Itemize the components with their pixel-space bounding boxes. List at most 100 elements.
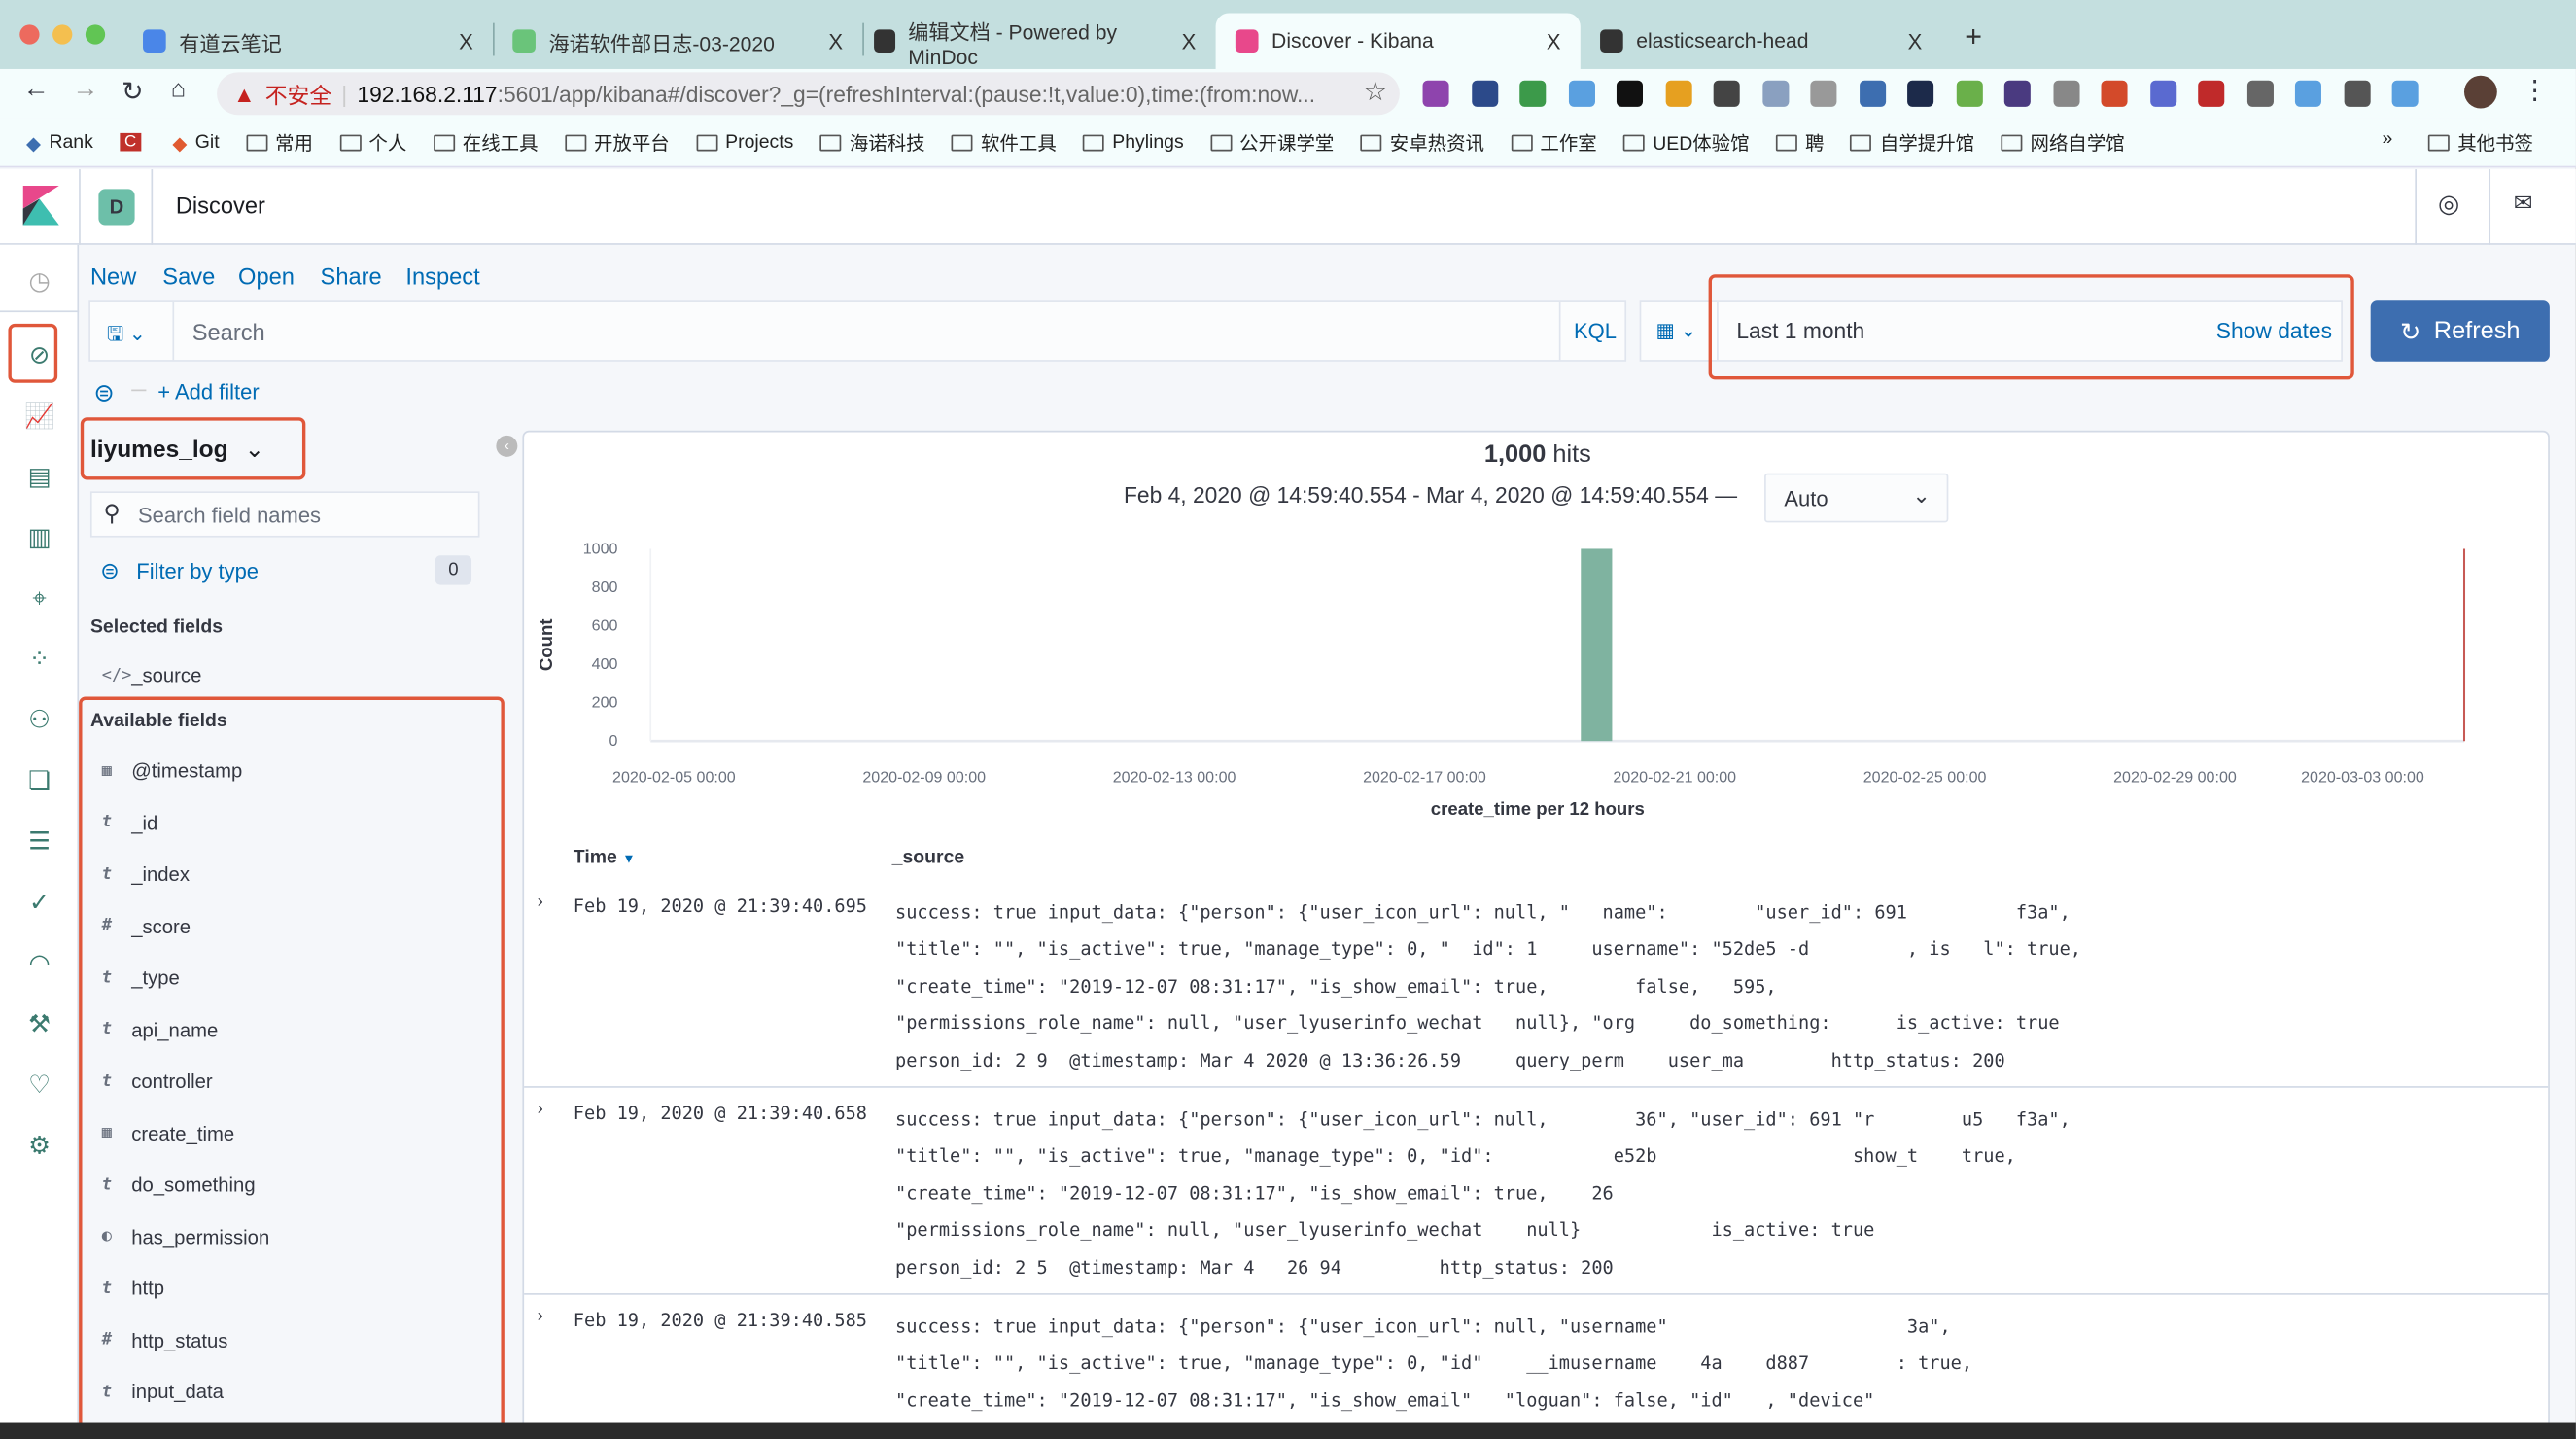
reload-icon[interactable]: ↻: [122, 76, 144, 109]
forward-icon[interactable]: →: [72, 76, 98, 105]
sort-desc-icon[interactable]: ▼: [622, 851, 635, 865]
calendar-icon[interactable]: ▦ ⌄: [1656, 319, 1697, 342]
extension-icon[interactable]: [2391, 80, 2419, 107]
search-input[interactable]: Search: [192, 319, 265, 345]
menu-share[interactable]: Share: [321, 263, 382, 289]
extension-icon[interactable]: [2149, 80, 2176, 107]
bookmarks-overflow[interactable]: »: [2383, 130, 2393, 150]
expand-row-icon[interactable]: ›: [538, 893, 543, 912]
add-filter-button[interactable]: + Add filter: [157, 379, 259, 404]
bookmark-item[interactable]: 网络自学馆: [2001, 129, 2125, 156]
extension-icon[interactable]: [1422, 80, 1449, 107]
newsfeed-icon[interactable]: ✉: [2514, 189, 2533, 217]
home-icon[interactable]: ⌂: [171, 76, 186, 104]
extension-icon[interactable]: [2003, 80, 2031, 107]
filter-by-type-button[interactable]: Filter by type: [136, 559, 259, 583]
collapse-sidebar-icon[interactable]: ‹: [496, 435, 518, 457]
refresh-button[interactable]: ↻ Refresh: [2370, 300, 2550, 362]
close-window-button[interactable]: [19, 24, 40, 45]
extension-icon[interactable]: [1616, 80, 1643, 107]
close-tab-icon[interactable]: X: [1182, 29, 1197, 53]
maximize-window-button[interactable]: [85, 24, 106, 45]
logs-icon[interactable]: ❏: [24, 767, 53, 796]
kibana-logo[interactable]: [22, 185, 59, 226]
browser-tab[interactable]: elasticsearch-head X: [1581, 14, 1942, 69]
saved-query-icon[interactable]: 🖫 ⌄: [107, 319, 146, 353]
extension-icon[interactable]: [2101, 80, 2128, 107]
bookmark-item[interactable]: C ◆ Git: [119, 130, 220, 154]
bookmark-item[interactable]: Phylings: [1082, 132, 1184, 152]
bookmark-item[interactable]: 软件工具: [951, 129, 1057, 156]
help-icon[interactable]: ◎: [2438, 189, 2459, 219]
extension-icon[interactable]: [1519, 80, 1547, 107]
close-tab-icon[interactable]: X: [1547, 29, 1561, 53]
bookmark-item[interactable]: 在线工具: [433, 129, 539, 156]
field-source[interactable]: </> _source: [102, 664, 202, 687]
filter-options-icon[interactable]: ⊜: [93, 378, 114, 407]
apm-icon[interactable]: ☰: [24, 828, 53, 858]
time-column-header[interactable]: Time ▼: [574, 848, 636, 867]
extension-icon[interactable]: [2052, 80, 2079, 107]
bookmark-item[interactable]: Projects: [695, 132, 793, 152]
recent-icon[interactable]: ◷: [24, 267, 53, 297]
menu-open[interactable]: Open: [238, 263, 295, 289]
extension-icon[interactable]: [1761, 80, 1789, 107]
dev-tools-icon[interactable]: ⚒: [24, 1010, 53, 1039]
uptime-icon[interactable]: ✓: [24, 889, 53, 918]
visualize-icon[interactable]: 📈: [24, 403, 55, 432]
extension-icon[interactable]: [2246, 80, 2274, 107]
menu-new[interactable]: New: [90, 263, 136, 289]
new-tab-button[interactable]: +: [1965, 19, 1982, 53]
expand-row-icon[interactable]: ›: [538, 1100, 543, 1119]
extension-icon[interactable]: [1713, 80, 1740, 107]
bookmark-item[interactable]: 聘: [1775, 129, 1824, 156]
kql-toggle[interactable]: KQL: [1574, 319, 1617, 343]
bookmark-star-icon[interactable]: ☆: [1364, 76, 1387, 109]
extension-icon[interactable]: [1955, 80, 1982, 107]
bookmark-item[interactable]: 工作室: [1511, 129, 1597, 156]
siem-icon[interactable]: ◠: [24, 950, 53, 979]
canvas-icon[interactable]: ▥: [24, 524, 53, 553]
extension-icon[interactable]: [2343, 80, 2370, 107]
more-menu-icon[interactable]: ⋮: [2522, 74, 2548, 107]
browser-tab[interactable]: 海诺软件部日志-03-2020 X: [493, 14, 862, 69]
menu-inspect[interactable]: Inspect: [405, 263, 479, 289]
browser-tab[interactable]: 有道云笔记 X: [123, 14, 493, 69]
bookmark-item[interactable]: 海诺科技: [819, 129, 925, 156]
monitoring-icon[interactable]: ♡: [24, 1071, 53, 1101]
bookmark-item[interactable]: 安卓热资讯: [1360, 129, 1484, 156]
close-tab-icon[interactable]: X: [1908, 29, 1923, 53]
interval-select[interactable]: Auto ⌄: [1764, 473, 1949, 523]
other-bookmarks[interactable]: 其他书签: [2427, 130, 2533, 157]
url-input[interactable]: ▲ 不安全 | 192.168.2.117:5601/app/kibana#/d…: [217, 72, 1400, 116]
bookmark-item[interactable]: 自学提升馆: [1850, 129, 1974, 156]
extension-icon[interactable]: [1471, 80, 1498, 107]
extension-icon[interactable]: [1859, 80, 1886, 107]
bookmark-item[interactable]: 公开课学堂: [1209, 129, 1334, 156]
extension-icon[interactable]: [2198, 80, 2225, 107]
maps-icon[interactable]: ⌖: [24, 585, 53, 614]
bookmark-item[interactable]: ◆ Rank: [26, 130, 93, 154]
extension-icon[interactable]: [1810, 80, 1837, 107]
close-tab-icon[interactable]: X: [828, 29, 843, 53]
extension-icon[interactable]: [2294, 80, 2321, 107]
close-tab-icon[interactable]: X: [459, 29, 473, 53]
bookmark-item[interactable]: 常用: [245, 129, 313, 156]
bookmark-item[interactable]: 开放平台: [564, 129, 670, 156]
field-search-input[interactable]: Search field names: [138, 503, 321, 527]
management-gear-icon[interactable]: ⚙: [24, 1132, 53, 1161]
extension-icon[interactable]: [1664, 80, 1691, 107]
minimize-window-button[interactable]: [52, 24, 73, 45]
infra-icon[interactable]: ⚇: [24, 707, 53, 736]
menu-save[interactable]: Save: [162, 263, 215, 289]
dashboard-icon[interactable]: ▤: [24, 464, 53, 493]
space-avatar[interactable]: D: [98, 189, 135, 226]
profile-avatar[interactable]: [2464, 75, 2497, 109]
expand-row-icon[interactable]: ›: [538, 1307, 543, 1326]
extension-icon[interactable]: [1568, 80, 1595, 107]
browser-tab[interactable]: Discover - Kibana X: [1215, 13, 1581, 69]
extension-icon[interactable]: [1907, 80, 1934, 107]
bookmark-item[interactable]: 个人: [339, 129, 406, 156]
bookmark-item[interactable]: UED体验馆: [1622, 129, 1750, 156]
back-icon[interactable]: ←: [23, 76, 50, 105]
